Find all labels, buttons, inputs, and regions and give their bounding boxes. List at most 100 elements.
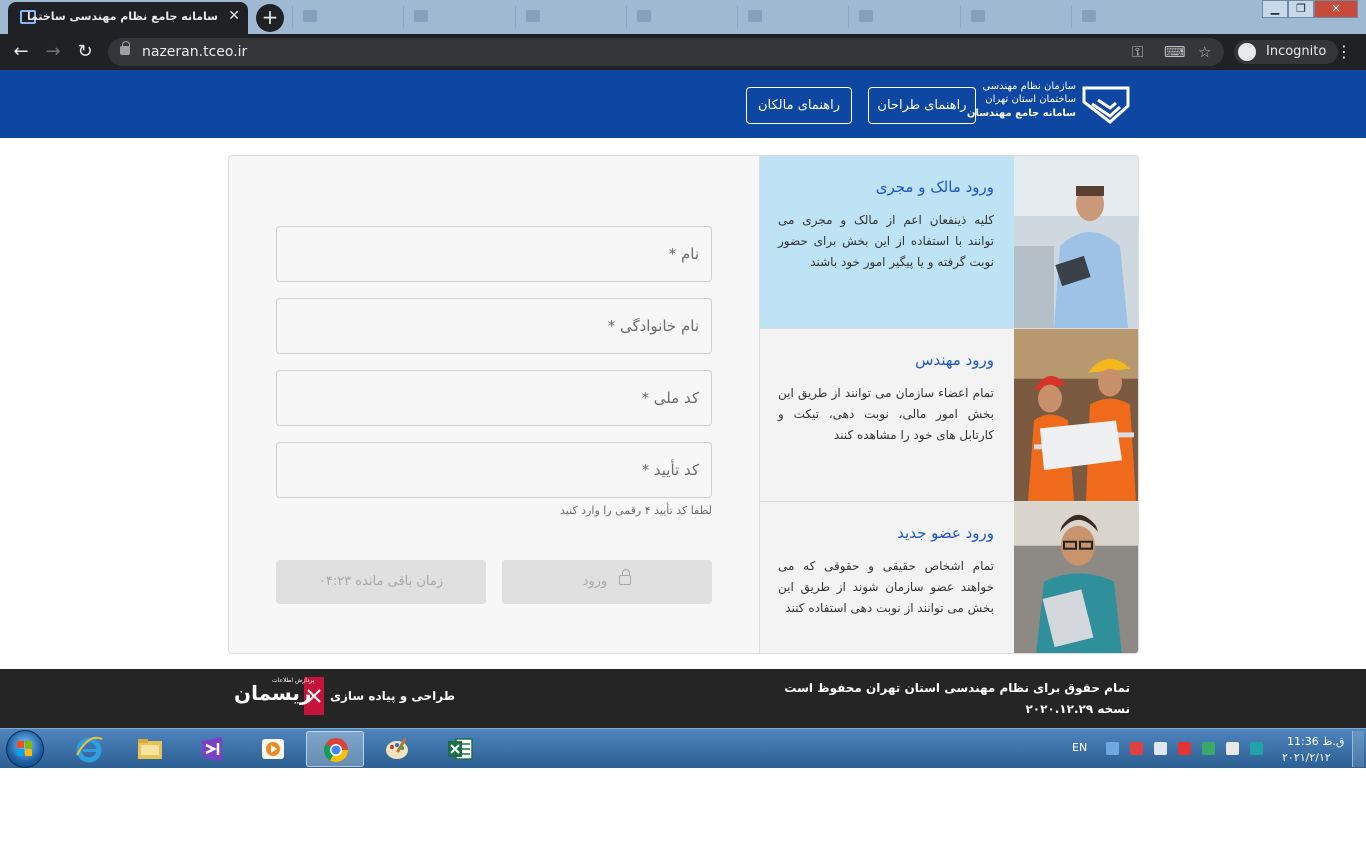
new-member-title[interactable]: ورود عضو جدید	[774, 524, 994, 542]
tab-favicon-icon	[748, 10, 762, 22]
logo-line-1: سازمان نظام مهندسی	[982, 81, 1076, 92]
designed-by-label: طراحی و پیاده سازی	[330, 689, 456, 703]
language-indicator[interactable]: EN	[1072, 741, 1087, 754]
verification-code-label: کد تأیید *	[641, 461, 699, 479]
organization-logo-icon	[1082, 86, 1130, 124]
visual-studio-icon	[202, 737, 222, 761]
lock-icon[interactable]	[120, 41, 130, 55]
first-name-label: نام *	[668, 245, 699, 263]
address-bar[interactable]: nazeran.tceo.ir ⚿ ⌨ ☆	[108, 38, 1224, 66]
national-code-field[interactable]: کد ملی *	[276, 370, 712, 426]
background-tabs	[292, 6, 1182, 28]
star-icon[interactable]: ☆	[1198, 42, 1211, 62]
background-tab[interactable]	[737, 6, 848, 28]
incognito-label: Incognito	[1266, 44, 1327, 59]
tab-favicon-icon	[303, 10, 317, 22]
background-tab[interactable]	[1070, 6, 1182, 28]
incognito-icon	[1238, 43, 1256, 61]
chrome-icon	[323, 738, 348, 763]
paint-icon	[386, 737, 408, 759]
login-button[interactable]: ورود	[502, 560, 712, 604]
background-tab[interactable]	[848, 6, 959, 28]
last-name-label: نام خانوادگی *	[607, 317, 699, 335]
minimize-window-button[interactable]: ▁	[1262, 0, 1288, 18]
close-tab-icon[interactable]: ✕	[228, 8, 240, 24]
last-name-field[interactable]: نام خانوادگی *	[276, 298, 712, 354]
verification-code-field[interactable]: کد تأیید *	[276, 442, 712, 498]
start-button[interactable]	[6, 730, 44, 768]
engineer-login-panel[interactable]: ورود مهندس تمام اعضاء سازمان می توانند ا…	[760, 328, 1138, 501]
clock-time[interactable]: ق.ظ 11:36	[1287, 735, 1344, 748]
designers-guide-button[interactable]: راهنمای طراحان	[868, 87, 976, 124]
clock-date[interactable]: ۲۰۲۱/۲/۱۲	[1282, 751, 1331, 764]
background-tab[interactable]	[292, 6, 403, 28]
login-form: نام * نام خانوادگی * کد ملی * کد تأیید *…	[229, 156, 760, 653]
owner-login-description: کلیه ذینفعان اعم از مالک و مجری می توانن…	[778, 213, 994, 269]
taskbar-paint[interactable]	[369, 731, 427, 767]
taskbar-internet-explorer[interactable]	[60, 731, 118, 767]
messenger-icon[interactable]	[1250, 742, 1263, 755]
engineer-login-description: تمام اعضاء سازمان می توانند از طریق این …	[778, 386, 994, 442]
owner-login-title[interactable]: ورود مالک و مجری	[774, 178, 994, 196]
tab-favicon-icon	[970, 10, 985, 22]
translate-icon[interactable]: ⌨	[1164, 42, 1186, 62]
url-text[interactable]: nazeran.tceo.ir	[142, 44, 247, 60]
site-footer: تمام حقوق برای نظام مهندسی استان تهران م…	[0, 669, 1366, 728]
background-tab[interactable]	[625, 6, 737, 28]
security-alert-icon[interactable]	[1130, 742, 1143, 755]
close-window-button[interactable]: ✕	[1314, 0, 1358, 18]
countdown-timer: زمان باقی مانده ۰۴:۲۳	[276, 560, 486, 604]
reload-icon[interactable]: ↻	[74, 41, 96, 63]
system-name: سامانه جامع مهندسان	[966, 108, 1076, 119]
engineer-photo	[1014, 329, 1138, 501]
background-tab[interactable]	[403, 6, 514, 28]
first-name-field[interactable]: نام *	[276, 226, 712, 282]
back-icon[interactable]: ←	[10, 41, 32, 63]
version-text: نسخه ۲۰۲۰.۱۲.۲۹	[1025, 702, 1130, 716]
owner-login-panel[interactable]: ورود مالک و مجری کلیه ذینفعان اعم از مال…	[760, 156, 1138, 328]
logo-line-2: ساختمان استان تهران	[985, 94, 1076, 105]
tab-favicon-icon	[414, 10, 429, 22]
login-card: نام * نام خانوادگی * کد ملی * کد تأیید *…	[228, 155, 1139, 654]
lock-icon	[619, 568, 632, 585]
taskbar-media-player[interactable]	[244, 731, 302, 767]
windows-logo-icon	[17, 741, 33, 757]
login-button-label: ورود	[582, 574, 608, 589]
menu-icon[interactable]: ⋮	[1336, 42, 1352, 62]
background-tab[interactable]	[959, 6, 1071, 28]
background-tab[interactable]	[514, 6, 626, 28]
browser-tab-active[interactable]: سامانه جامع نظام مهندسی ساختمان تهران ✕	[8, 2, 248, 34]
network-icon[interactable]	[1202, 742, 1215, 755]
site-header: سازمان نظام مهندسی ساختمان استان تهران س…	[0, 70, 1366, 138]
screen: سامانه جامع نظام مهندسی ساختمان تهران ✕ …	[0, 0, 1366, 864]
engineer-login-title[interactable]: ورود مهندس	[774, 351, 994, 369]
taskbar-file-explorer[interactable]	[121, 731, 179, 767]
show-desktop-button[interactable]	[1352, 731, 1364, 767]
antivirus-icon[interactable]	[1178, 742, 1191, 755]
tab-favicon-icon	[1081, 10, 1096, 22]
new-member-panel[interactable]: ورود عضو جدید تمام اشخاص حقیقی و حقوقی ک…	[760, 501, 1138, 653]
signal-icon[interactable]	[1154, 742, 1167, 755]
file-explorer-icon	[138, 739, 162, 759]
volume-muted-icon[interactable]	[1226, 742, 1239, 755]
incognito-badge[interactable]: Incognito	[1234, 40, 1339, 64]
forward-icon[interactable]: →	[42, 41, 64, 63]
window-controls: ▁ ❐ ✕	[1262, 0, 1358, 20]
internet-explorer-icon	[76, 736, 103, 763]
tab-favicon-icon	[859, 10, 874, 22]
owners-guide-button[interactable]: راهنمای مالکان	[746, 87, 852, 124]
national-code-label: کد ملی *	[641, 389, 699, 407]
new-tab-button[interactable]: +	[256, 4, 284, 32]
taskbar-visual-studio[interactable]	[183, 731, 241, 767]
browser-tab-strip: سامانه جامع نظام مهندسی ساختمان تهران ✕ …	[0, 0, 1366, 34]
rismaan-brand-name[interactable]: ریسمان	[234, 681, 311, 705]
restore-window-button[interactable]: ❐	[1288, 0, 1314, 18]
tab-title: سامانه جامع نظام مهندسی ساختمان تهران	[28, 10, 218, 23]
taskbar-excel[interactable]	[431, 731, 489, 767]
tab-favicon-icon	[636, 10, 651, 22]
taskbar-chrome[interactable]	[306, 731, 364, 767]
owner-photo	[1014, 156, 1138, 328]
copyright-text: تمام حقوق برای نظام مهندسی استان تهران م…	[784, 681, 1130, 695]
action-center-icon[interactable]	[1106, 742, 1119, 755]
key-icon[interactable]: ⚿	[1132, 42, 1143, 62]
